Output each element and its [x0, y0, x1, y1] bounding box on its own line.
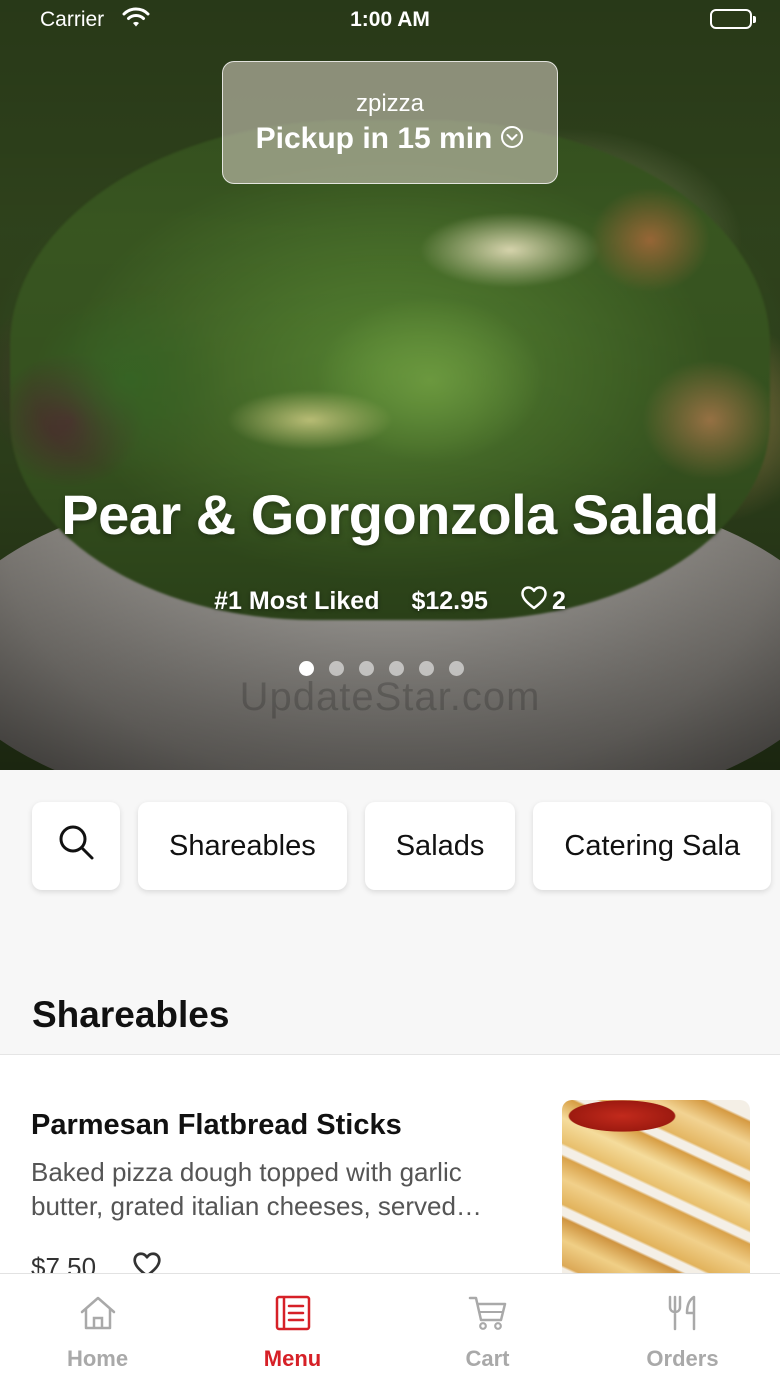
tab-cart[interactable]: Cart [390, 1274, 585, 1387]
menu-screen: UpdateStar.com Carrier 1:00 AM zpizza Pi… [0, 0, 780, 1387]
status-bar: Carrier 1:00 AM [0, 0, 780, 40]
featured-item-meta: #1 Most Liked $12.95 2 [0, 585, 780, 618]
menu-item-card[interactable]: Parmesan Flatbread Sticks Baked pizza do… [0, 1055, 780, 1290]
home-icon [78, 1294, 118, 1338]
carousel-dot[interactable] [359, 661, 374, 676]
menu-item-description: Baked pizza dough topped with garlic but… [31, 1157, 482, 1221]
section-title: Shareables [32, 994, 230, 1035]
like-count: 2 [551, 587, 566, 615]
cart-icon [468, 1294, 508, 1338]
carousel-dot[interactable] [419, 661, 434, 676]
menu-icon [273, 1294, 313, 1338]
carousel-dot[interactable] [329, 661, 344, 676]
category-chip-shareables[interactable]: Shareables [138, 802, 347, 890]
pickup-selector[interactable]: zpizza Pickup in 15 min [222, 61, 558, 184]
tab-orders[interactable]: Orders [585, 1274, 780, 1387]
carousel-dot[interactable] [449, 661, 464, 676]
heart-icon [520, 585, 548, 618]
tab-menu[interactable]: Menu [195, 1274, 390, 1387]
category-chip-catering-salads[interactable]: Catering Sala [533, 802, 772, 890]
pickup-time-label: Pickup in 15 min [255, 122, 493, 155]
rank-label: #1 Most Liked [214, 587, 380, 615]
tab-home[interactable]: Home [0, 1274, 195, 1387]
carousel-dots[interactable] [299, 661, 464, 676]
carousel-dot[interactable] [389, 661, 404, 676]
tab-label-home: Home [66, 1346, 129, 1371]
chevron-down-icon [500, 123, 524, 157]
tab-bar: Home Menu Cart Orders [0, 1273, 780, 1387]
store-name: zpizza [355, 90, 425, 117]
menu-item-name: Parmesan Flatbread Sticks [31, 1109, 402, 1141]
featured-item-hero[interactable]: UpdateStar.com Carrier 1:00 AM zpizza Pi… [0, 0, 780, 770]
watermark: UpdateStar.com [239, 675, 541, 719]
menu-item-image[interactable] [562, 1100, 750, 1290]
tab-label-orders: Orders [646, 1346, 719, 1371]
carousel-dot[interactable] [299, 661, 314, 676]
category-chip-salads[interactable]: Salads [364, 802, 516, 890]
search-icon [56, 822, 96, 870]
featured-item-price: $12.95 [411, 587, 488, 615]
tab-label-cart: Cart [465, 1346, 510, 1371]
tab-label-menu: Menu [263, 1346, 322, 1371]
featured-item-title: Pear & Gorgonzola Salad [61, 483, 719, 546]
battery-icon [710, 9, 756, 29]
like-button[interactable]: 2 [520, 585, 566, 618]
search-button[interactable] [32, 802, 120, 890]
fork-knife-icon [663, 1294, 703, 1338]
clock: 1:00 AM [350, 8, 430, 31]
category-chips: Shareables Salads Catering Sala [32, 802, 772, 890]
